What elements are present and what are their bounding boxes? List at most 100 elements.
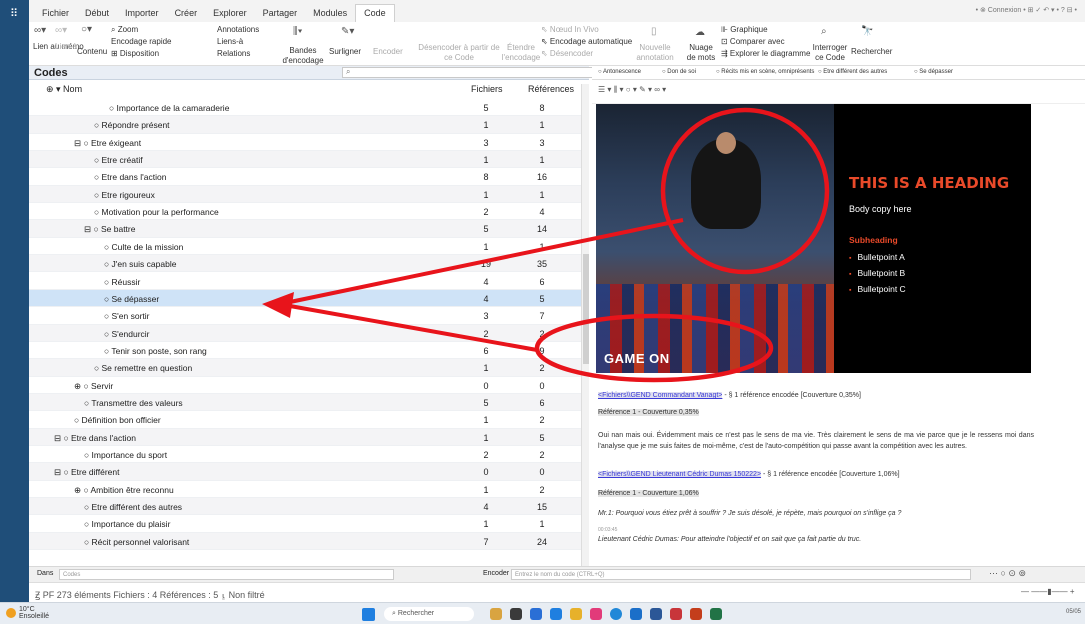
disposition-button[interactable]: ⊞ Disposition bbox=[111, 49, 159, 59]
tree-row[interactable]: ⊟ ○ Etre dans l'action 1 5 bbox=[29, 428, 581, 446]
tab-se-depasser[interactable]: ○ Se dépasser bbox=[914, 69, 953, 75]
menu-debut[interactable]: Début bbox=[77, 8, 117, 22]
tree-row[interactable]: ⊟ ○ Etre éxigeant 3 3 bbox=[29, 134, 581, 152]
apps-grid-icon[interactable]: ⠿ bbox=[8, 8, 20, 20]
tree-row[interactable]: ○ Transmettre des valeurs 5 6 bbox=[29, 393, 581, 412]
tree-row[interactable]: ○ Se dépasser 4 5 bbox=[29, 289, 581, 308]
tree-row[interactable]: ○ Répondre présent 1 1 bbox=[29, 116, 581, 134]
encodage-auto-button[interactable]: ⇖ Encodage automatique bbox=[541, 37, 632, 47]
taskbar-explorer-icon[interactable] bbox=[570, 608, 582, 620]
liens-a-checkbox[interactable]: Liens-à bbox=[217, 37, 243, 47]
menu-fichier[interactable]: Fichier bbox=[34, 8, 77, 22]
taskbar-excel-icon[interactable] bbox=[710, 608, 722, 620]
tree-row[interactable]: ○ Définition bon officier 1 2 bbox=[29, 411, 581, 429]
graphique-button[interactable]: ⊪ Graphique bbox=[721, 25, 768, 35]
slide-bullet-a: Bulletpoint A bbox=[849, 252, 904, 262]
taskbar-pdf-icon[interactable] bbox=[670, 608, 682, 620]
tab-don-de-soi[interactable]: ○ Don de soi bbox=[662, 69, 696, 75]
menu-partager[interactable]: Partager bbox=[255, 8, 306, 22]
comparer-button[interactable]: ⊡ Comparer avec bbox=[721, 37, 785, 47]
encodage-rapide-button[interactable]: Encodage rapide bbox=[111, 37, 172, 47]
menu-explorer[interactable]: Explorer bbox=[205, 8, 255, 22]
lien-button[interactable]: Lien-à bbox=[55, 42, 77, 52]
menu-code[interactable]: Code bbox=[355, 4, 395, 22]
taskbar-files-icon[interactable] bbox=[490, 608, 502, 620]
tree-row[interactable]: ○ Importance de la camaraderie 5 8 bbox=[29, 99, 581, 117]
tree-row[interactable]: ⊕ ○ Servir 0 0 bbox=[29, 377, 581, 394]
taskbar-store-icon[interactable] bbox=[550, 608, 562, 620]
tree-row[interactable]: ○ Réussir 4 6 bbox=[29, 273, 581, 290]
tree-row[interactable]: ○ S'en sortir 3 7 bbox=[29, 307, 581, 325]
codes-search-input[interactable]: ⌕ bbox=[342, 67, 615, 78]
tab-antonescence[interactable]: ○ Antonescence bbox=[598, 69, 641, 75]
tree-row[interactable]: ○ Etre rigoureux 1 1 bbox=[29, 185, 581, 204]
tree-row[interactable]: ○ Etre dans l'action 8 16 bbox=[29, 168, 581, 186]
detail-tools-icon[interactable]: ☰ ▾ ⫼ ▾ ○ ▾ ✎ ▾ ∞ ▾ bbox=[598, 85, 666, 95]
encoder-button[interactable]: Encoder bbox=[373, 47, 403, 57]
start-button[interactable] bbox=[362, 608, 375, 621]
tree-row[interactable]: ○ Etre différent des autres 4 15 bbox=[29, 498, 581, 516]
menu-importer[interactable]: Importer bbox=[117, 8, 167, 22]
tree-row[interactable]: ○ Culte de la mission 1 1 bbox=[29, 238, 581, 256]
column-references[interactable]: Références bbox=[528, 84, 574, 94]
tree-row-label: ○ Etre rigoureux bbox=[94, 189, 155, 200]
column-nom[interactable]: ⊕ ▾ Nom bbox=[46, 84, 82, 95]
encoder-field[interactable]: Entrez le nom du code (CTRL+Q) bbox=[511, 569, 971, 580]
tab-etre-different[interactable]: ○ Etre différent des autres bbox=[818, 69, 887, 75]
menu-modules[interactable]: Modules bbox=[305, 8, 355, 22]
tree-row[interactable]: ⊕ ○ Ambition être reconnu 1 2 bbox=[29, 481, 581, 499]
scroll-thumb[interactable] bbox=[583, 254, 589, 364]
etendre-button[interactable]: Étendre l'encodage bbox=[499, 43, 543, 63]
taskbar-browser-icon[interactable] bbox=[630, 608, 642, 620]
nouvelle-annotation-button[interactable]: Nouvelle annotation bbox=[633, 43, 677, 63]
tree-row[interactable]: ○ Importance du sport 2 2 bbox=[29, 446, 581, 464]
tree-row[interactable]: ⊟ ○ Etre différent 0 0 bbox=[29, 463, 581, 481]
tree-row[interactable]: ○ Motivation pour la performance 2 4 bbox=[29, 203, 581, 221]
tree-row[interactable]: ○ S'endurcir 2 2 bbox=[29, 324, 581, 342]
dans-codes-field[interactable]: Codes bbox=[59, 569, 394, 580]
surligner-button[interactable]: Surligner bbox=[329, 47, 361, 57]
relations-checkbox[interactable]: Relations bbox=[217, 49, 250, 59]
tree-row[interactable]: ○ Se remettre en question 1 2 bbox=[29, 359, 581, 377]
annotations-checkbox[interactable]: Annotations bbox=[217, 25, 259, 35]
weather-widget[interactable]: 10°C Ensoleillé bbox=[6, 606, 49, 620]
tree-row[interactable]: ○ Tenir son poste, son rang 6 9 bbox=[29, 342, 581, 360]
tree-row[interactable]: ⊟ ○ Se battre 5 14 bbox=[29, 220, 581, 238]
tree-row[interactable]: ○ Récit personnel valorisant 7 24 bbox=[29, 532, 581, 551]
desencoder-small-button[interactable]: ⇖ Désencoder bbox=[541, 49, 593, 59]
desencoder-button[interactable]: Désencoder à partir de ce Code bbox=[417, 43, 501, 63]
interroger-button[interactable]: Interroger ce Code bbox=[809, 43, 851, 63]
rechercher-button[interactable]: Rechercher bbox=[851, 47, 892, 57]
menu-creer[interactable]: Créer bbox=[167, 8, 206, 22]
taskbar-media-icon[interactable] bbox=[590, 608, 602, 620]
tree-row[interactable]: ○ J'en suis capable 19 35 bbox=[29, 255, 581, 273]
nuage-button[interactable]: Nuage de mots bbox=[684, 43, 718, 63]
tree-row-references: 0 bbox=[539, 467, 545, 478]
taskbar-chat-icon[interactable] bbox=[530, 608, 542, 620]
tree-scrollbar[interactable] bbox=[581, 84, 589, 566]
content-icon: ○▾ bbox=[81, 24, 93, 35]
lien-memo-button[interactable]: Lien au mémo bbox=[33, 42, 84, 52]
zoom-slider[interactable]: — ——▮—— + bbox=[1021, 587, 1075, 596]
bandes-button[interactable]: Bandes d'encodage bbox=[279, 46, 327, 66]
taskbar-ppt-icon[interactable] bbox=[690, 608, 702, 620]
tree-row-label: ○ S'endurcir bbox=[104, 328, 150, 339]
tree-row-label: ○ Se dépasser bbox=[104, 293, 160, 304]
contenu-button[interactable]: Contenu bbox=[77, 47, 107, 57]
tree-row[interactable]: ○ Etre créatif 1 1 bbox=[29, 151, 581, 169]
taskbar-edge-icon[interactable] bbox=[610, 608, 622, 620]
taskbar-app-icon[interactable] bbox=[510, 608, 522, 620]
column-fichiers[interactable]: Fichiers bbox=[471, 84, 503, 94]
file-link-1[interactable]: <Fichiers\\GEND Commandant Vanagt> bbox=[598, 392, 723, 399]
window-status[interactable]: • ⊗ Connexion • ⊞ ✓ ↶ ▾ • ? ⊟ • bbox=[976, 6, 1077, 14]
taskbar-search[interactable]: ⌕ Rechercher bbox=[384, 607, 474, 621]
zoom-button[interactable]: ⌕ Zoom bbox=[111, 25, 138, 35]
tree-row[interactable]: ○ Importance du plaisir 1 1 bbox=[29, 515, 581, 533]
slide-preview: GAME ON THIS IS A HEADING Body copy here… bbox=[596, 104, 1031, 373]
encode-buttons-icon[interactable]: ⋯ ○ ⊙ ⊚ bbox=[989, 568, 1026, 579]
taskbar-word-icon[interactable] bbox=[650, 608, 662, 620]
explorer-diagramme-button[interactable]: ⇶ Explorer le diagramme bbox=[721, 49, 810, 59]
file-link-2[interactable]: <Fichiers\\GEND Lieutenant Cédric Dumas … bbox=[598, 471, 762, 478]
tab-recits[interactable]: ○ Récits mis en scène, omniprésents bbox=[716, 69, 814, 75]
noeud-vivo-button[interactable]: ⇖ Nœud In Vivo bbox=[541, 25, 599, 35]
